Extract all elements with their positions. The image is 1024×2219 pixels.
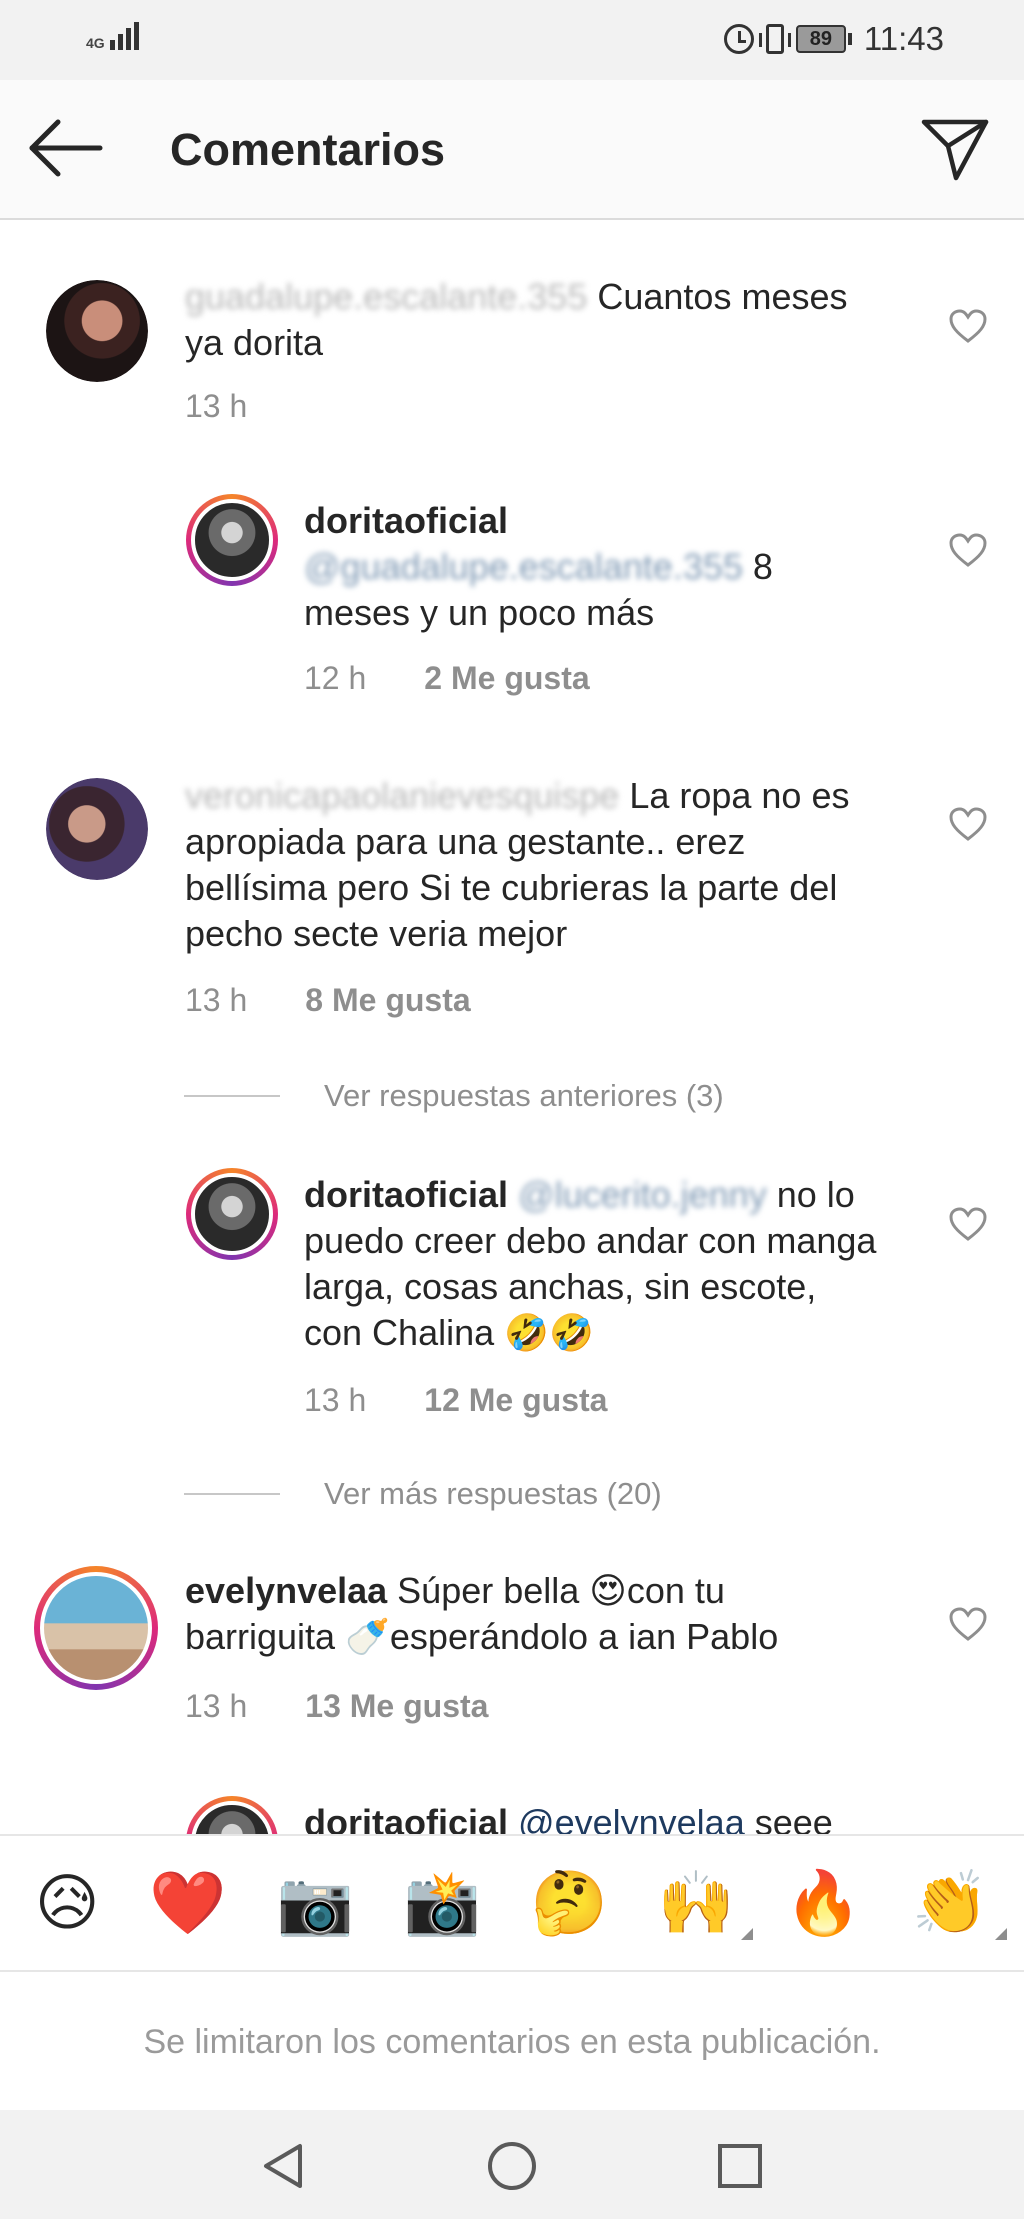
view-more-replies[interactable]: Ver más respuestas (20) bbox=[184, 1476, 662, 1512]
heart-icon[interactable] bbox=[948, 806, 988, 842]
heart-icon[interactable] bbox=[948, 1206, 988, 1242]
alarm-icon bbox=[723, 24, 754, 54]
reply-text: doritaoficial @evelynvelaa seee bbox=[304, 1800, 884, 1834]
like-count[interactable]: 12 Me gusta bbox=[424, 1382, 607, 1419]
mention-link[interactable]: @lucerito.jenny bbox=[518, 1174, 767, 1215]
comments-limited-notice: Se limitaron los comentarios en esta pub… bbox=[0, 1974, 1024, 2110]
comment-meta: 13 h bbox=[185, 388, 247, 425]
vibrate-icon bbox=[758, 24, 791, 54]
fire-emoji[interactable]: 🔥 bbox=[785, 1868, 862, 1938]
reply-body: seee bbox=[744, 1802, 833, 1834]
avatar[interactable] bbox=[186, 1168, 278, 1260]
like-count[interactable]: 2 Me gusta bbox=[424, 660, 589, 697]
nav-back-icon[interactable] bbox=[260, 2142, 308, 2190]
camera-emoji[interactable]: 📷 bbox=[276, 1868, 353, 1938]
avatar[interactable] bbox=[34, 1566, 158, 1690]
view-previous-replies[interactable]: Ver respuestas anteriores (3) bbox=[184, 1078, 724, 1114]
heart-icon[interactable] bbox=[948, 308, 988, 344]
header: Comentarios bbox=[0, 80, 1024, 220]
avatar[interactable] bbox=[186, 1796, 278, 1834]
avatar[interactable] bbox=[46, 778, 148, 880]
mention-link[interactable]: @guadalupe.escalante.355 bbox=[304, 546, 743, 587]
emoji-quick-bar: 😥 ❤️ 📷 📸 🤔 🙌 🔥 👏 bbox=[0, 1834, 1024, 1972]
like-count[interactable]: 8 Me gusta bbox=[305, 982, 470, 1019]
signal-icon: 4G bbox=[86, 22, 139, 50]
reply-username[interactable]: doritaoficial bbox=[304, 500, 508, 541]
reply-time: 13 h bbox=[304, 1382, 367, 1418]
battery-icon: 89 bbox=[795, 25, 852, 53]
avatar[interactable] bbox=[46, 280, 148, 382]
reply-username[interactable]: doritaoficial bbox=[304, 1174, 508, 1215]
battery-level: 89 bbox=[795, 25, 846, 53]
nav-home-icon[interactable] bbox=[488, 2142, 536, 2190]
page-title: Comentarios bbox=[170, 124, 446, 175]
reply-username[interactable]: doritaoficial bbox=[304, 1802, 508, 1834]
view-replies-label[interactable]: Ver más respuestas (20) bbox=[324, 1476, 662, 1512]
comments-list[interactable]: guadalupe.escalante.355 Cuantos meses ya… bbox=[0, 222, 1024, 1834]
sad-face-emoji[interactable]: 😥 bbox=[35, 1868, 100, 1938]
divider bbox=[184, 1493, 280, 1495]
network-label: 4G bbox=[86, 35, 105, 51]
comment-text: veronicapaolanievesquispe La ropa no es … bbox=[185, 773, 885, 957]
avatar[interactable] bbox=[186, 494, 278, 586]
comment-meta: 13 h 8 Me gusta bbox=[185, 982, 471, 1019]
comment-time: 13 h bbox=[185, 1688, 248, 1724]
reply-time: 12 h bbox=[304, 660, 367, 696]
comment-time: 13 h bbox=[185, 388, 248, 424]
comment-username[interactable]: guadalupe.escalante.355 bbox=[185, 276, 587, 317]
heart-icon[interactable] bbox=[948, 532, 988, 568]
reply-text: doritaoficial @lucerito.jenny no lo pued… bbox=[304, 1172, 884, 1356]
comment-time: 13 h bbox=[185, 982, 248, 1018]
divider bbox=[184, 1095, 280, 1097]
comment-text: guadalupe.escalante.355 Cuantos meses ya… bbox=[185, 274, 885, 366]
like-count[interactable]: 13 Me gusta bbox=[305, 1688, 488, 1725]
thinking-face-emoji[interactable]: 🤔 bbox=[531, 1868, 608, 1938]
view-replies-label[interactable]: Ver respuestas anteriores (3) bbox=[324, 1078, 724, 1114]
comment-meta: 13 h 13 Me gusta bbox=[185, 1688, 488, 1725]
mention-link[interactable]: @evelynvelaa bbox=[518, 1802, 745, 1834]
reply-meta: 12 h 2 Me gusta bbox=[304, 660, 590, 697]
nav-recents-icon[interactable] bbox=[718, 2144, 762, 2188]
system-nav-bar bbox=[0, 2110, 1024, 2219]
comment-text: evelynvelaa Súper bella 😍con tu barrigui… bbox=[185, 1568, 875, 1660]
clapping-hands-emoji[interactable]: 👏 bbox=[912, 1868, 1008, 1940]
arrow-left-icon[interactable] bbox=[28, 118, 104, 178]
raising-hands-emoji[interactable]: 🙌 bbox=[658, 1868, 754, 1940]
reply-meta: 13 h 12 Me gusta bbox=[304, 1382, 607, 1419]
comment-username[interactable]: evelynvelaa bbox=[185, 1570, 387, 1611]
camera-flash-emoji[interactable]: 📸 bbox=[404, 1868, 481, 1938]
status-icons: 89 11:43 bbox=[723, 20, 944, 58]
reply-text: doritaoficial @guadalupe.escalante.355 8… bbox=[304, 498, 864, 636]
paper-plane-icon[interactable] bbox=[920, 116, 990, 182]
comment-username[interactable]: veronicapaolanievesquispe bbox=[185, 775, 619, 816]
clock: 11:43 bbox=[863, 20, 944, 57]
status-bar: 4G 89 11:43 bbox=[0, 0, 1024, 80]
heart-emoji[interactable]: ❤️ bbox=[149, 1868, 226, 1938]
heart-icon[interactable] bbox=[948, 1606, 988, 1642]
